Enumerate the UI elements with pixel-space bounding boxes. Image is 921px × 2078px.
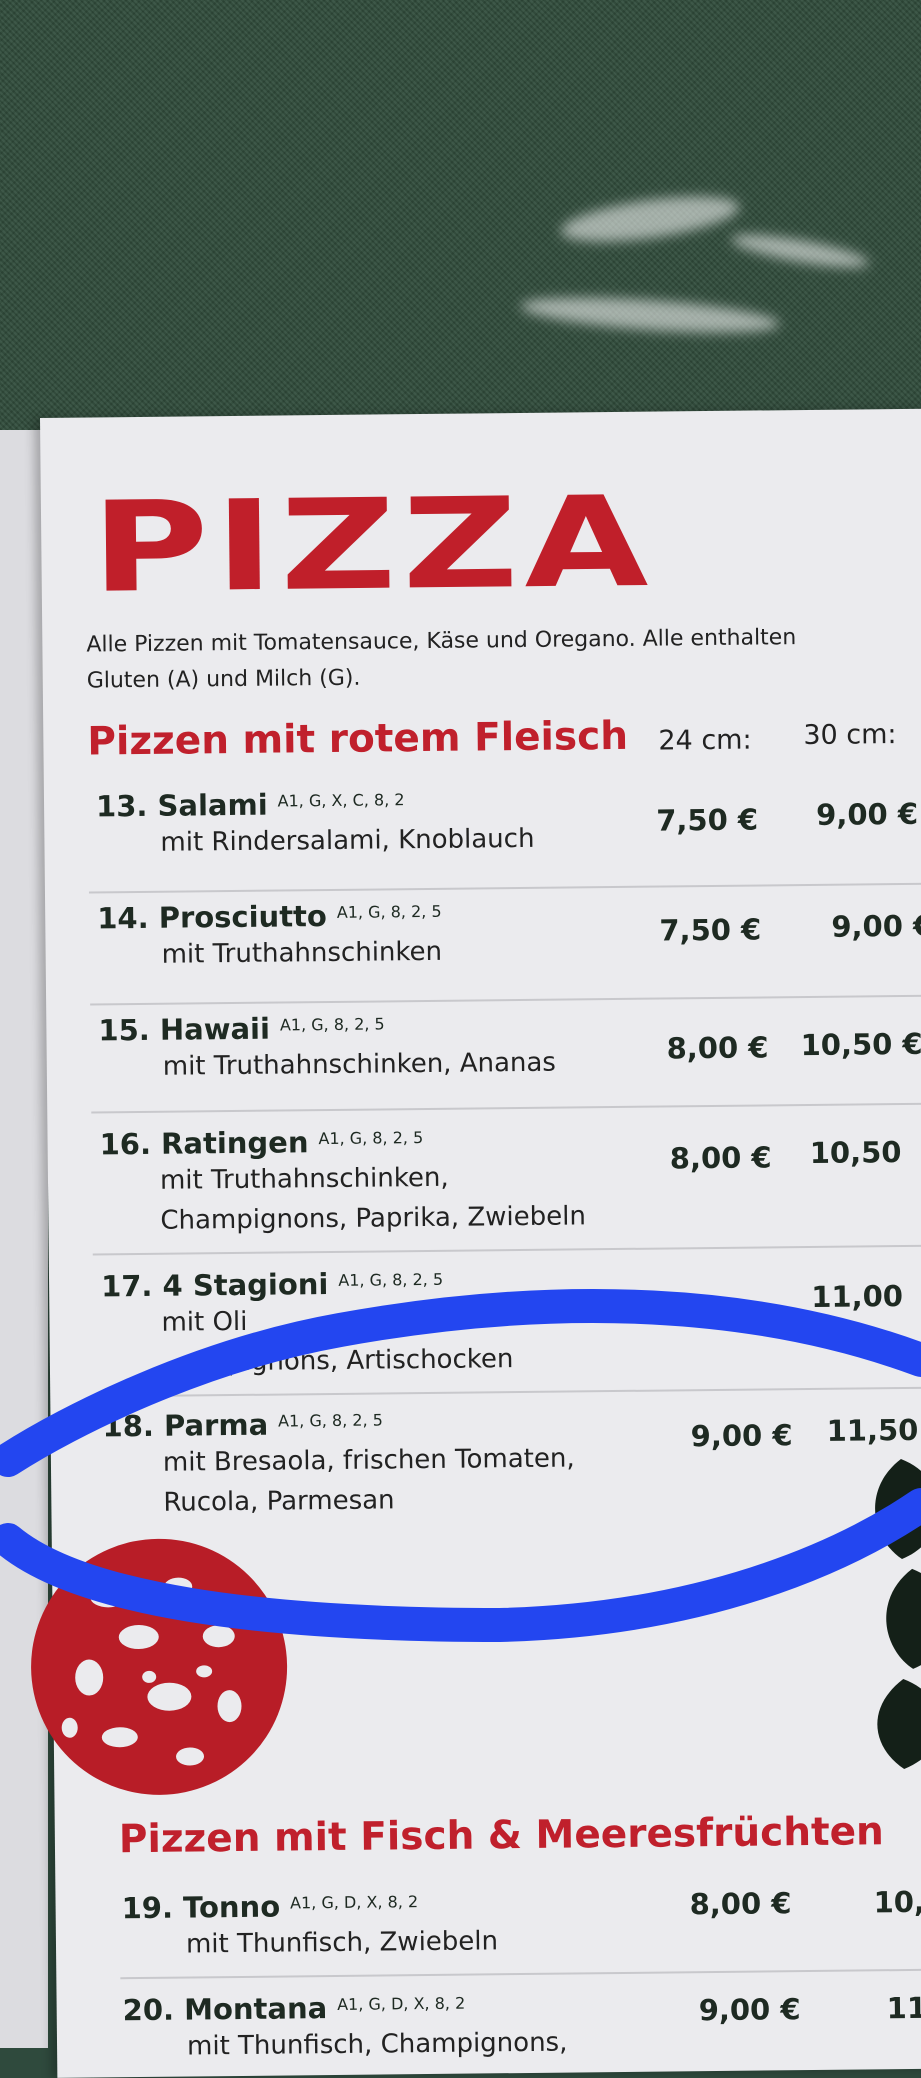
plastic-glare xyxy=(729,228,871,274)
item-description-line2: mpignons, Artischocken xyxy=(201,1344,514,1378)
menu-item: 15. Hawaii A1, G, 8, 2, 5 mit Truthahnsch… xyxy=(98,1009,556,1088)
item-price-large: 11,50 xyxy=(826,1412,919,1448)
menu-intro: Alle Pizzen mit Tomatensauce, Käse und O… xyxy=(86,625,797,694)
section-title-meat: Pizzen mit rotem Fleisch xyxy=(87,713,629,765)
item-description: mit Truthahnschinken xyxy=(161,936,443,970)
menu-item: 16. Ratingen A1, G, 8, 2, 5 mit Truthahns… xyxy=(99,1122,586,1241)
item-name: 17. 4 Stagioni xyxy=(100,1267,329,1304)
item-description: mit Thunfisch, Zwiebeln xyxy=(185,1926,499,1960)
item-allergens: A1, G, D, X, 8, 2 xyxy=(337,1993,466,2014)
plastic-glare xyxy=(519,290,781,340)
item-description: mit Rindersalami, Knoblauch xyxy=(160,823,535,858)
item-allergens: A1, G, 8, 2, 5 xyxy=(278,1410,383,1431)
item-price-large: 11,00 xyxy=(811,1279,904,1314)
item-allergens: A1, G, D, X, 8, 2 xyxy=(290,1892,419,1913)
item-price-small: 7,50 € xyxy=(659,912,762,948)
row-divider xyxy=(92,1244,921,1256)
item-price-large: 9,00 € xyxy=(816,796,919,832)
menu-item: 13. Salami A1, G, X, C, 8, 2 mit Rindersa… xyxy=(96,785,535,864)
item-price-small: 9,00 € xyxy=(690,1418,793,1454)
menu-page: PIZZA Alle Pizzen mit Tomatensauce, Käse… xyxy=(31,408,921,2078)
item-description: mit Bresaola, frischen Tomaten, xyxy=(162,1443,575,1478)
item-name: 15. Hawaii xyxy=(98,1011,271,1048)
item-name: 16. Ratingen xyxy=(99,1125,309,1162)
item-price-large: 10,5 xyxy=(873,1884,921,1920)
row-divider xyxy=(88,882,921,894)
row-divider xyxy=(94,1386,921,1398)
item-allergens: A1, G, 8, 2, 5 xyxy=(336,901,442,922)
item-description: mit Truthahnschinken, Ananas xyxy=(162,1047,557,1082)
item-price-small: 7,50 € xyxy=(656,802,759,838)
item-description: mit Thunfisch, Champignons, xyxy=(186,2027,568,2062)
item-price-small: 8,00 € xyxy=(689,1886,792,1922)
size-header-large: 30 cm: xyxy=(803,719,897,752)
section-title-fish: Pizzen mit Fisch & Meeresfrüchten xyxy=(118,1809,885,1863)
size-header-small: 24 cm: xyxy=(658,724,752,757)
item-allergens: A1, G, 8, 2, 5 xyxy=(279,1014,385,1035)
item-description: mit Truthahnschinken, xyxy=(159,1162,449,1196)
tablecloth-background xyxy=(0,0,921,430)
menu-item: 20. Montana A1, G, D, X, 8, 2 mit Thunfis… xyxy=(122,1989,567,2068)
item-price-large: 10,50 € xyxy=(800,1026,921,1063)
item-price-large: 9,00 € xyxy=(831,908,921,944)
row-divider xyxy=(120,1968,921,1980)
item-name: 14. Prosciutto xyxy=(97,899,328,936)
menu-title: PIZZA xyxy=(90,468,655,621)
item-name: 20. Montana xyxy=(122,1991,328,2028)
item-price-large: 11, xyxy=(886,1990,921,2026)
item-description-line2: Rucola, Parmesan xyxy=(163,1485,395,1518)
item-name: 18. Parma xyxy=(102,1407,269,1444)
plastic-glare xyxy=(558,187,742,251)
row-divider xyxy=(91,1102,921,1114)
item-price-small: 9,00 € xyxy=(698,1992,801,2028)
item-description: mit Oli xyxy=(161,1306,248,1338)
menu-item: 17. 4 Stagioni A1, G, 8, 2, 5 mit Oli mpi… xyxy=(101,1265,514,1383)
item-price-large: 10,50 xyxy=(809,1135,902,1170)
salami-slice-illustration xyxy=(31,1538,288,1795)
item-price-small: 8,00 € xyxy=(669,1140,772,1176)
menu-item: 19. Tonno A1, G, D, X, 8, 2 mit Thunfisch… xyxy=(121,1887,498,1965)
item-allergens: A1, G, 8, 2, 5 xyxy=(318,1128,424,1149)
item-name: 13. Salami xyxy=(95,787,268,824)
basil-leaves-illustration xyxy=(875,1459,921,1770)
item-allergens: A1, G, 8, 2, 5 xyxy=(338,1269,444,1290)
menu-item: 14. Prosciutto A1, G, 8, 2, 5 mit Truthah… xyxy=(97,898,442,976)
item-price-small: 8,00 € xyxy=(666,1030,769,1066)
item-name: 19. Tonno xyxy=(121,1889,281,1926)
item-description-line2: Champignons, Paprika, Zwiebeln xyxy=(160,1201,587,1236)
row-divider xyxy=(90,994,921,1006)
menu-item: 18. Parma A1, G, 8, 2, 5 mit Bresaola, fr… xyxy=(102,1404,575,1523)
item-allergens: A1, G, X, C, 8, 2 xyxy=(277,790,405,811)
